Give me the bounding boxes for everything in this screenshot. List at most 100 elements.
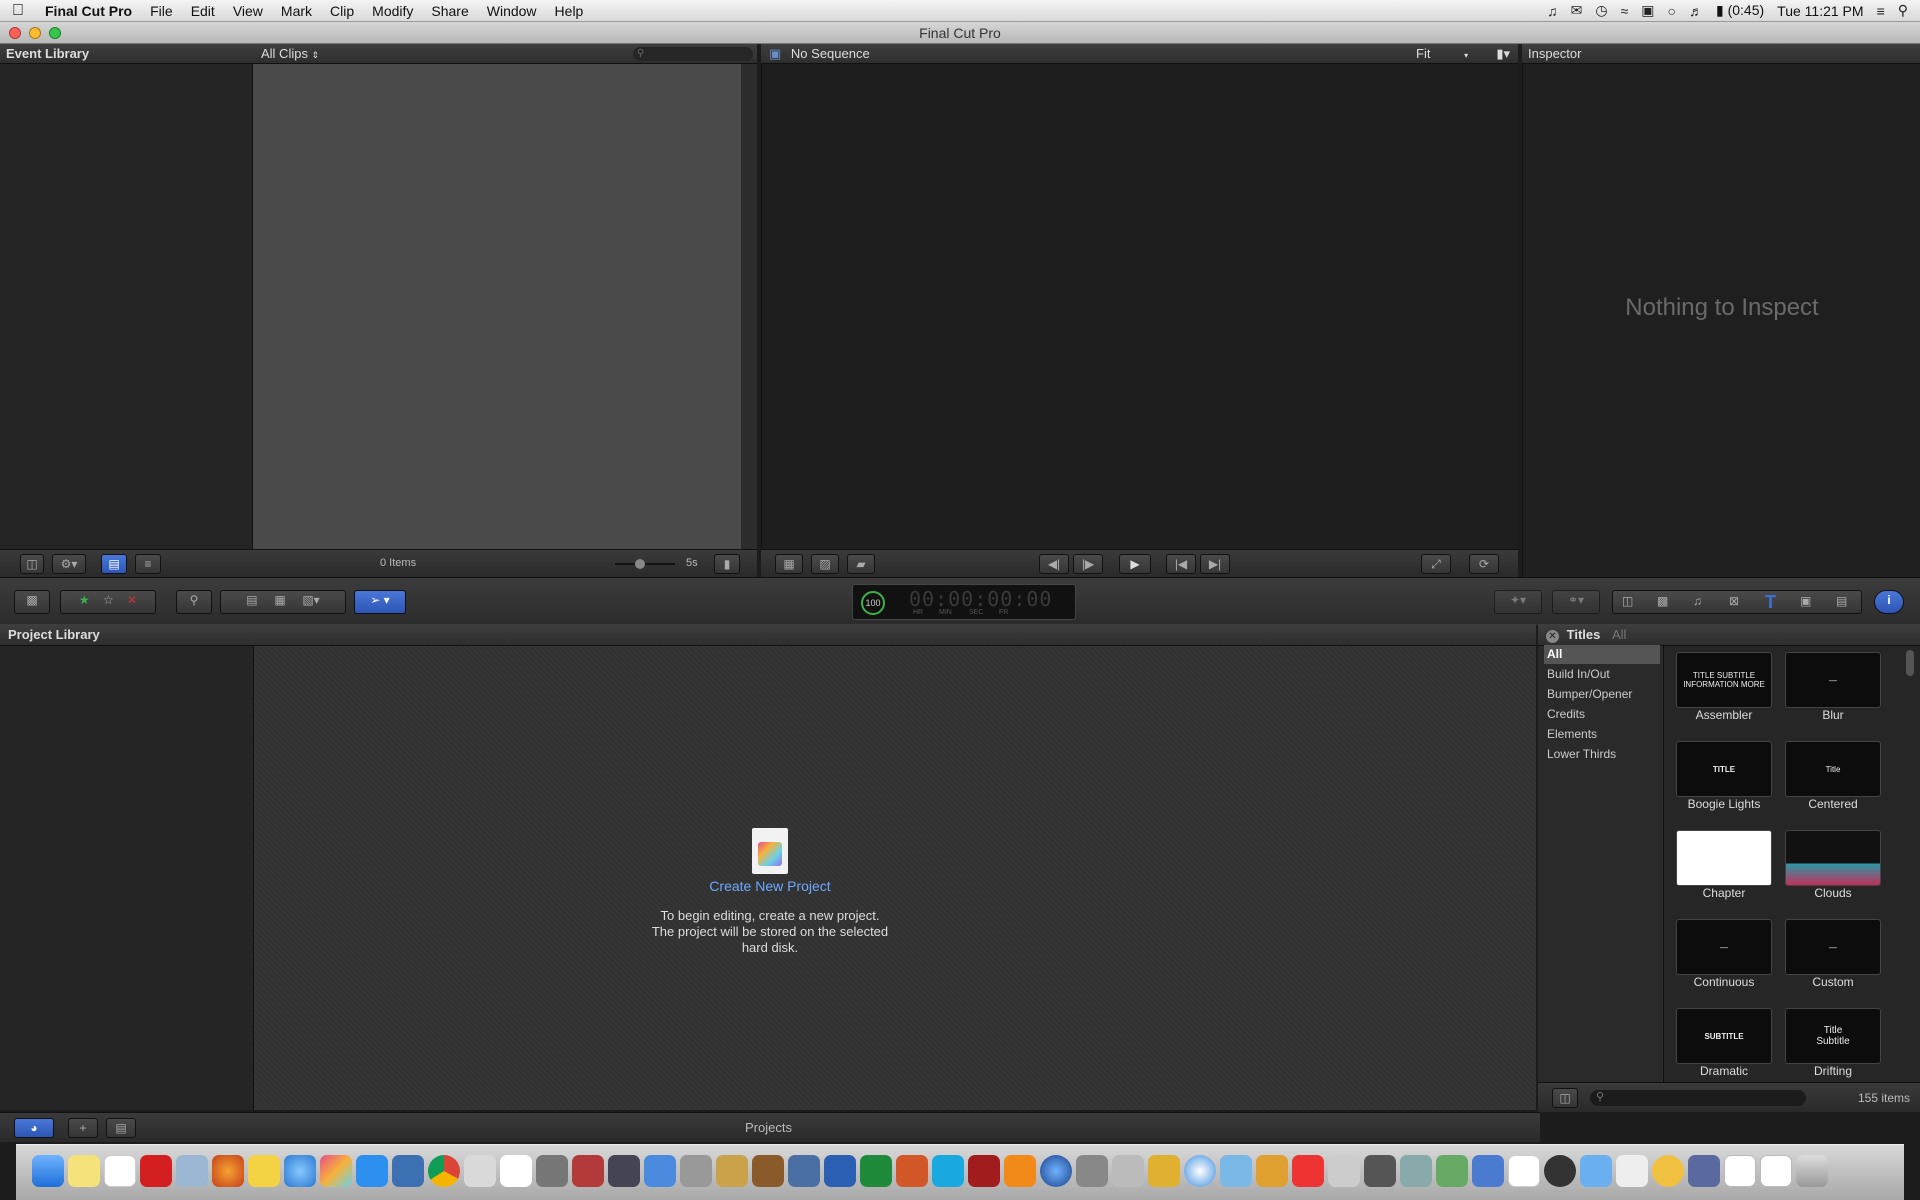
category-all[interactable]: All	[1544, 645, 1660, 664]
connect-clip-icon[interactable]: ▤	[246, 593, 257, 607]
display-icon[interactable]: ▣	[1641, 2, 1654, 19]
menu-clip[interactable]: Clip	[321, 0, 363, 22]
clock[interactable]: Tue 11:21 PM	[1777, 3, 1863, 19]
document-2-icon[interactable]	[1760, 1155, 1792, 1187]
title-thumb-assembler[interactable]: TITLE SUBTITLE INFORMATION MORE	[1676, 652, 1772, 708]
time-machine-icon[interactable]: ◷	[1595, 2, 1607, 19]
inspector-toggle-button[interactable]: i	[1874, 590, 1904, 614]
action-menu-button[interactable]: ⚙▾	[52, 554, 86, 574]
menu-mark[interactable]: Mark	[272, 0, 321, 22]
calendar-icon[interactable]	[104, 1155, 136, 1187]
spotlight-search-icon[interactable]: ⚲	[1898, 2, 1908, 19]
screen-sharing-icon[interactable]	[1400, 1155, 1432, 1187]
previous-frame-button[interactable]: ◀|	[1039, 554, 1069, 574]
dvd-player-icon[interactable]	[644, 1155, 676, 1187]
reject-x-icon[interactable]: ✕	[127, 593, 137, 607]
safari-icon[interactable]	[1184, 1155, 1216, 1187]
chat-icon[interactable]: ○	[1668, 3, 1676, 19]
select-tool-button[interactable]: ➢ ▾	[354, 590, 406, 614]
menu-app-name[interactable]: Final Cut Pro	[36, 0, 141, 22]
menu-window[interactable]: Window	[478, 0, 546, 22]
pineapple-app-icon[interactable]	[1256, 1155, 1288, 1187]
title-thumb-boogie-lights[interactable]: TITLE	[1676, 741, 1772, 797]
title-thumb-drifting[interactable]: Title Subtitle	[1785, 1008, 1881, 1064]
cisco-icon[interactable]	[1508, 1155, 1540, 1187]
word-icon[interactable]	[824, 1155, 856, 1187]
fullscreen-button[interactable]: ⤢	[1421, 554, 1451, 574]
category-elements[interactable]: Elements	[1544, 725, 1660, 744]
mail-icon[interactable]: ✉	[1571, 2, 1583, 19]
transitions-browser-icon[interactable]: ⊠	[1729, 594, 1739, 608]
vlc-icon[interactable]	[1004, 1155, 1036, 1187]
category-bumper-opener[interactable]: Bumper/Opener	[1544, 685, 1660, 704]
final-cut-pro-icon[interactable]	[320, 1155, 352, 1187]
acrobat-icon[interactable]	[140, 1155, 172, 1187]
preview-icon[interactable]	[176, 1155, 208, 1187]
image-capture-icon[interactable]	[1364, 1155, 1396, 1187]
battery-status[interactable]: ▮ (0:45)	[1716, 2, 1764, 19]
go-to-start-button[interactable]: |◀	[1166, 554, 1196, 574]
viewer-canvas[interactable]	[761, 64, 1518, 549]
viewer-options-button[interactable]: ▮▾	[1496, 44, 1510, 64]
all-clips-filter[interactable]: All Clips ⇕	[261, 46, 319, 61]
imovie-icon[interactable]	[536, 1155, 568, 1187]
titles-scrollbar[interactable]	[1906, 650, 1914, 676]
google-earth-icon[interactable]	[1040, 1155, 1072, 1187]
powerpoint-icon[interactable]	[896, 1155, 928, 1187]
new-folder-button[interactable]: ▤	[106, 1118, 136, 1138]
close-window-button[interactable]	[9, 27, 21, 39]
menu-modify[interactable]: Modify	[363, 0, 422, 22]
retime-button[interactable]: ⚭▾	[1552, 590, 1600, 614]
document-icon[interactable]	[1724, 1155, 1756, 1187]
volume-icon[interactable]: ♬	[1689, 3, 1703, 19]
title-thumb-continuous[interactable]: —	[1676, 919, 1772, 975]
show-projects-button[interactable]: ◕	[14, 1118, 54, 1138]
automator-icon[interactable]	[1076, 1155, 1108, 1187]
list-icon[interactable]: ≡	[1877, 3, 1885, 19]
project-source-list[interactable]	[0, 646, 254, 1110]
category-credits[interactable]: Credits	[1544, 705, 1660, 724]
keyword-button[interactable]: ⚲	[176, 590, 212, 614]
sketchup-icon[interactable]	[1292, 1155, 1324, 1187]
apple-menu-icon[interactable]: 	[0, 2, 36, 20]
transform-button[interactable]: ▦	[775, 554, 803, 574]
icloud-icon[interactable]	[1580, 1155, 1612, 1187]
distort-button[interactable]: ▰	[847, 554, 875, 574]
itunes-icon[interactable]	[284, 1155, 316, 1187]
event-list[interactable]	[0, 64, 253, 549]
script-editor-icon[interactable]	[464, 1155, 496, 1187]
title-thumb-clouds[interactable]	[1785, 830, 1881, 886]
menu-view[interactable]: View	[224, 0, 272, 22]
menu-edit[interactable]: Edit	[182, 0, 224, 22]
clip-zoom-slider[interactable]	[615, 559, 675, 569]
trash-icon[interactable]	[1796, 1155, 1828, 1187]
menu-help[interactable]: Help	[546, 0, 593, 22]
title-thumb-chapter[interactable]	[1676, 830, 1772, 886]
music-browser-icon[interactable]: ♫	[1693, 594, 1702, 608]
loop-button[interactable]: ⟳	[1469, 554, 1499, 574]
stickies-icon[interactable]	[68, 1155, 100, 1187]
go-to-end-button[interactable]: ▶|	[1200, 554, 1230, 574]
menu-share[interactable]: Share	[422, 0, 477, 22]
audio-skimming-button[interactable]: ▮	[714, 554, 740, 574]
nytimes-icon[interactable]	[500, 1155, 532, 1187]
photo-booth-icon[interactable]	[608, 1155, 640, 1187]
ipod-icon[interactable]	[1616, 1155, 1648, 1187]
event-browser-scrollbar[interactable]	[741, 64, 757, 549]
zoom-popup[interactable]: Fit ▾	[1416, 44, 1468, 66]
title-thumb-custom[interactable]: —	[1785, 919, 1881, 975]
filmstrip-view-button[interactable]: ▤	[101, 554, 127, 574]
quicktime-icon[interactable]	[392, 1155, 424, 1187]
new-project-button[interactable]: +	[68, 1118, 98, 1138]
enhancements-button[interactable]: ✦▾	[1494, 590, 1542, 614]
favorite-star-icon[interactable]: ★	[79, 593, 90, 607]
quicktime-x-icon[interactable]	[1652, 1155, 1684, 1187]
category-build-in-out[interactable]: Build In/Out	[1544, 665, 1660, 684]
photos-browser-icon[interactable]: ▩	[1657, 594, 1668, 608]
bluetooth-app-icon[interactable]	[1472, 1155, 1504, 1187]
photo-app-icon[interactable]	[968, 1155, 1000, 1187]
effects-browser-icon[interactable]: ◫	[1622, 594, 1633, 608]
titles-search-field[interactable]: ⚲	[1590, 1090, 1806, 1106]
unrate-star-icon[interactable]: ☆	[103, 593, 114, 607]
play-button[interactable]: ▶	[1119, 554, 1151, 574]
